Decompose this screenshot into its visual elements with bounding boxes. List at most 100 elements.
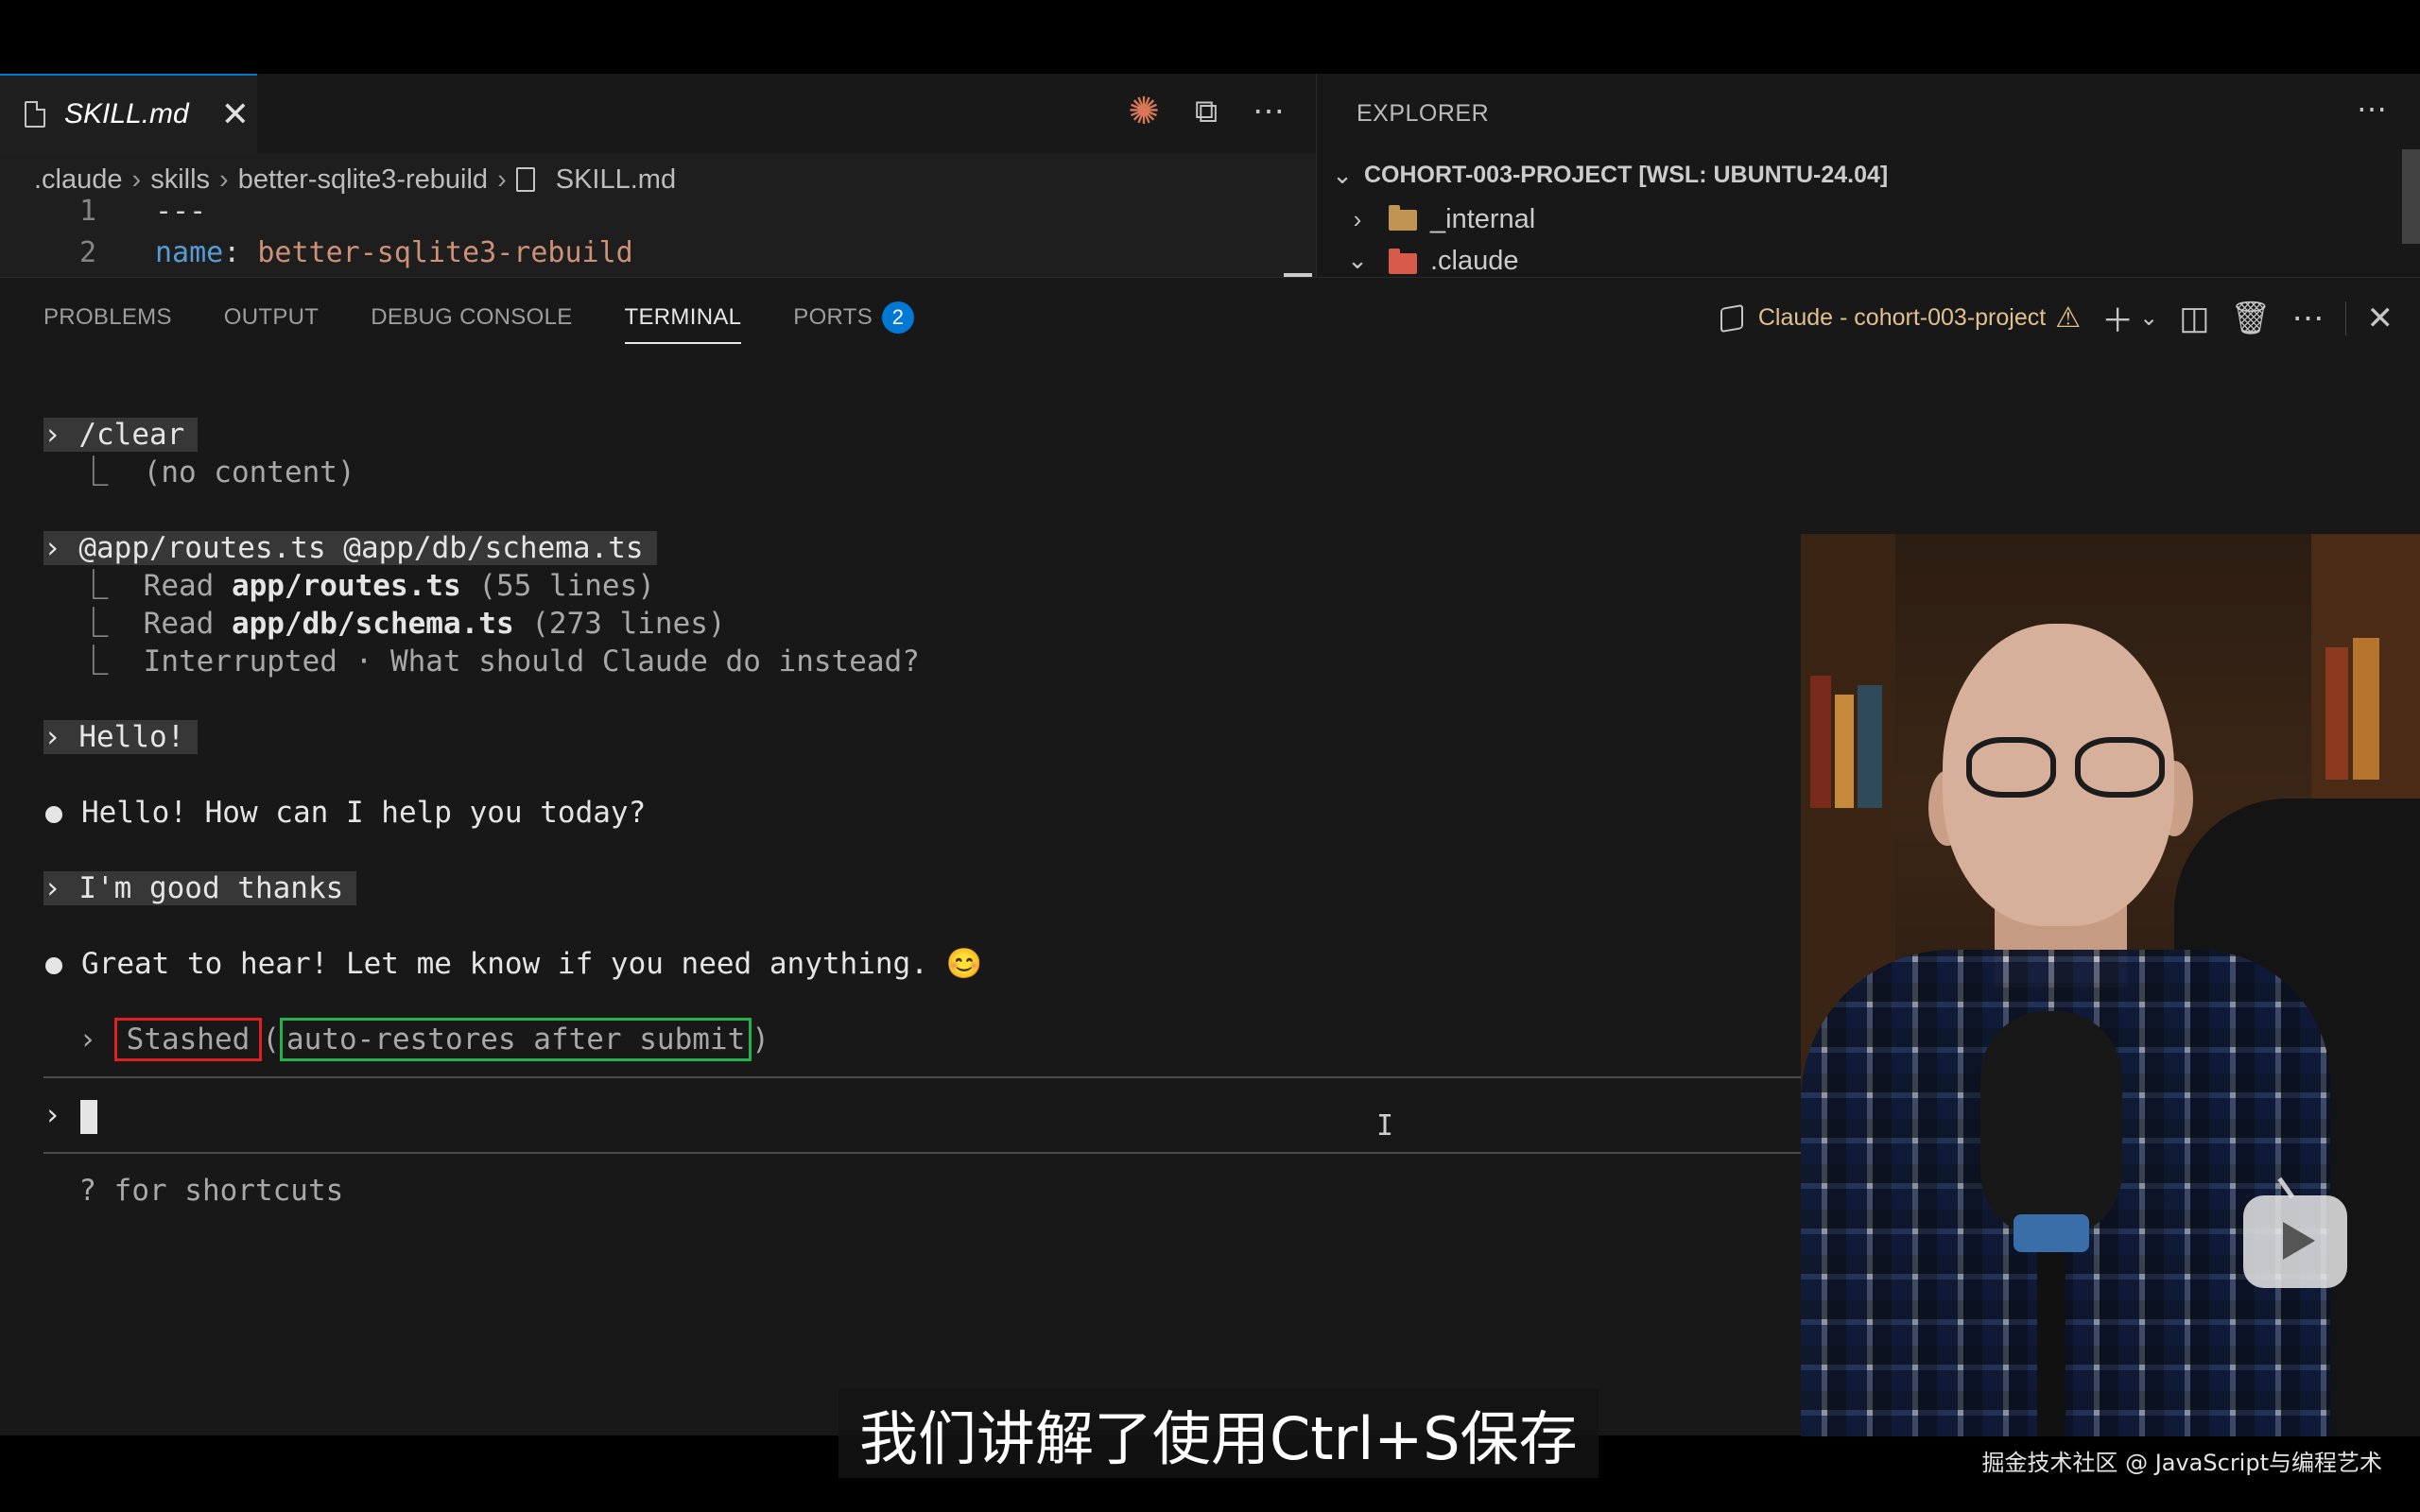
editor-actions: ✺ ⧉ ⋯: [1125, 91, 1288, 132]
book: [1810, 676, 1831, 808]
editor-tabbar: SKILL.md ✕ ✺ ⧉ ⋯: [0, 74, 1316, 153]
split-terminal-icon[interactable]: ◫: [2179, 300, 2209, 337]
glasses-lens: [1966, 737, 2056, 798]
book: [2353, 638, 2379, 780]
close-panel-icon[interactable]: ✕: [2367, 300, 2394, 337]
editor-tab-label: SKILL.md: [64, 98, 189, 129]
output-text: (no content): [143, 455, 355, 490]
explorer-item-internal[interactable]: › _internal: [1345, 204, 1536, 235]
line-number: 2: [78, 236, 96, 269]
chevron-right-icon: ›: [497, 163, 507, 195]
terminal-line: Great to hear! Let me know if you need a…: [43, 945, 982, 983]
webcam-overlay: [1801, 534, 2420, 1436]
explorer-item-label: .claude: [1430, 246, 1519, 274]
explorer-item-label: _internal: [1430, 204, 1536, 234]
glasses-lens: [2075, 737, 2165, 798]
claude-spark-icon[interactable]: ✺: [1125, 91, 1163, 132]
shortcuts-hint: ? for shortcuts: [78, 1174, 344, 1208]
yaml-value: better-sqlite3-rebuild: [257, 236, 633, 269]
editor-area: SKILL.md ✕ ✺ ⧉ ⋯ .claude › skills › bett…: [0, 74, 1316, 277]
microphone: [1980, 1011, 2122, 1238]
chevron-right-icon: ›: [219, 163, 229, 195]
terminal-line: › Hello!: [43, 718, 199, 756]
yaml-key: name: [155, 236, 224, 269]
prompt-text: Hello!: [78, 720, 185, 754]
video-subtitle: 我们讲解了使用Ctrl+S保存: [838, 1389, 1599, 1478]
book: [1835, 695, 1854, 808]
breadcrumb-item[interactable]: SKILL.md: [556, 164, 676, 196]
prompt-text: @app/routes.ts @app/db/schema.ts: [78, 531, 644, 565]
output-text: Read: [143, 607, 232, 641]
explorer-scrollbar[interactable]: [2402, 149, 2420, 244]
breadcrumb-item[interactable]: .claude: [34, 164, 123, 196]
stashed-label: Stashed: [113, 1018, 263, 1061]
assistant-reply: Great to hear! Let me know if you need a…: [81, 947, 983, 981]
close-icon[interactable]: ✕: [221, 94, 250, 134]
trash-icon[interactable]: 🗑: [2230, 300, 2271, 337]
microphone-arm: [2037, 1252, 2066, 1436]
folder-icon: [1389, 204, 1417, 231]
chevron-right-icon: ›: [43, 418, 79, 452]
open-changes-icon[interactable]: ⧉: [1187, 93, 1225, 130]
explorer-panel: EXPLORER ⋯ ⌄ COHORT-003-PROJECT [WSL: UB…: [1316, 74, 2420, 277]
warning-icon: ⚠: [2055, 302, 2082, 334]
code-text: name: better-sqlite3-rebuild: [155, 236, 633, 276]
editor-scrollbar[interactable]: [1284, 234, 1312, 277]
panel-tabs: PROBLEMS OUTPUT DEBUG CONSOLE TERMINAL P…: [43, 299, 915, 344]
text-cursor: [79, 1099, 97, 1134]
explorer-root-folder[interactable]: ⌄ COHORT-003-PROJECT [WSL: UBUNTU-24.04]: [1330, 161, 1888, 190]
chevron-down-icon[interactable]: ⌄: [2139, 304, 2158, 332]
breadcrumb-item[interactable]: skills: [150, 164, 210, 196]
terminal-input-line[interactable]: ›: [43, 1096, 97, 1134]
file-icon: [515, 167, 535, 192]
file-name: app/routes.ts: [231, 569, 461, 603]
new-terminal-icon[interactable]: ＋: [2101, 295, 2134, 341]
microphone-band: [2014, 1214, 2089, 1252]
chevron-right-icon: ›: [43, 1098, 61, 1132]
bilibili-play-icon[interactable]: [2243, 1195, 2347, 1288]
tab-ports[interactable]: PORTS 2: [793, 299, 915, 336]
terminal-line: ⎿ (no content): [43, 455, 355, 490]
line-number: 1: [78, 195, 96, 228]
bullet-icon: [45, 956, 62, 974]
code-text: ---: [155, 195, 207, 228]
explorer-title: EXPLORER: [1357, 100, 1490, 127]
code-line[interactable]: 1 ---: [0, 195, 206, 234]
output-text: Read: [143, 569, 232, 603]
terminal-selector[interactable]: Claude - cohort-003-project ⚠: [1720, 301, 2081, 335]
explorer-root-label: COHORT-003-PROJECT [WSL: UBUNTU-24.04]: [1364, 162, 1889, 188]
tab-debug-console[interactable]: DEBUG CONSOLE: [371, 299, 572, 336]
user-prompt: › @app/routes.ts @app/db/schema.ts: [43, 531, 657, 565]
breadcrumb: .claude › skills › better-sqlite3-rebuil…: [34, 161, 676, 198]
output-text: Interrupted · What should Claude do inst…: [143, 644, 920, 679]
glasses: [1966, 737, 2184, 803]
editor-tab-skill-md[interactable]: SKILL.md ✕: [0, 74, 257, 153]
terminal-output[interactable]: › /clear ⎿ (no content) › @app/routes.ts…: [0, 353, 1802, 1435]
terminal-line: › I'm good thanks: [43, 869, 357, 907]
more-actions-icon[interactable]: ⋯: [2292, 300, 2325, 337]
prompt-text: I'm good thanks: [78, 871, 344, 905]
tab-terminal[interactable]: TERMINAL: [624, 299, 742, 344]
input-divider-bottom: [43, 1152, 1802, 1154]
ibeam-cursor-icon: I: [1376, 1109, 1394, 1143]
terminal-line: ? for shortcuts: [43, 1172, 343, 1210]
prompt-text: /clear: [78, 418, 185, 452]
more-actions-icon[interactable]: ⋯: [2357, 91, 2387, 127]
tab-output[interactable]: OUTPUT: [224, 299, 319, 336]
output-text: (55 lines): [460, 569, 655, 603]
output-text: (273 lines): [513, 607, 726, 641]
chevron-right-icon: ›: [78, 1022, 114, 1057]
tab-problems[interactable]: PROBLEMS: [43, 299, 172, 336]
explorer-item-claude[interactable]: ⌄ .claude: [1345, 246, 1519, 274]
file-name: app/db/schema.ts: [231, 607, 514, 641]
chevron-right-icon: ›: [43, 531, 79, 565]
yaml-colon: :: [223, 236, 258, 269]
ports-count-badge: 2: [882, 301, 915, 334]
user-prompt: › Hello!: [43, 720, 199, 754]
breadcrumb-item[interactable]: better-sqlite3-rebuild: [238, 164, 488, 196]
terminal-line: ⎿ Read app/routes.ts (55 lines): [43, 569, 655, 603]
watermark: 掘金技术社区 @ JavaScript与编程艺术: [1981, 1450, 2382, 1476]
assistant-reply: Hello! How can I help you today?: [81, 796, 647, 830]
more-actions-icon[interactable]: ⋯: [1250, 93, 1288, 130]
code-line[interactable]: 2 name: better-sqlite3-rebuild: [0, 236, 633, 276]
